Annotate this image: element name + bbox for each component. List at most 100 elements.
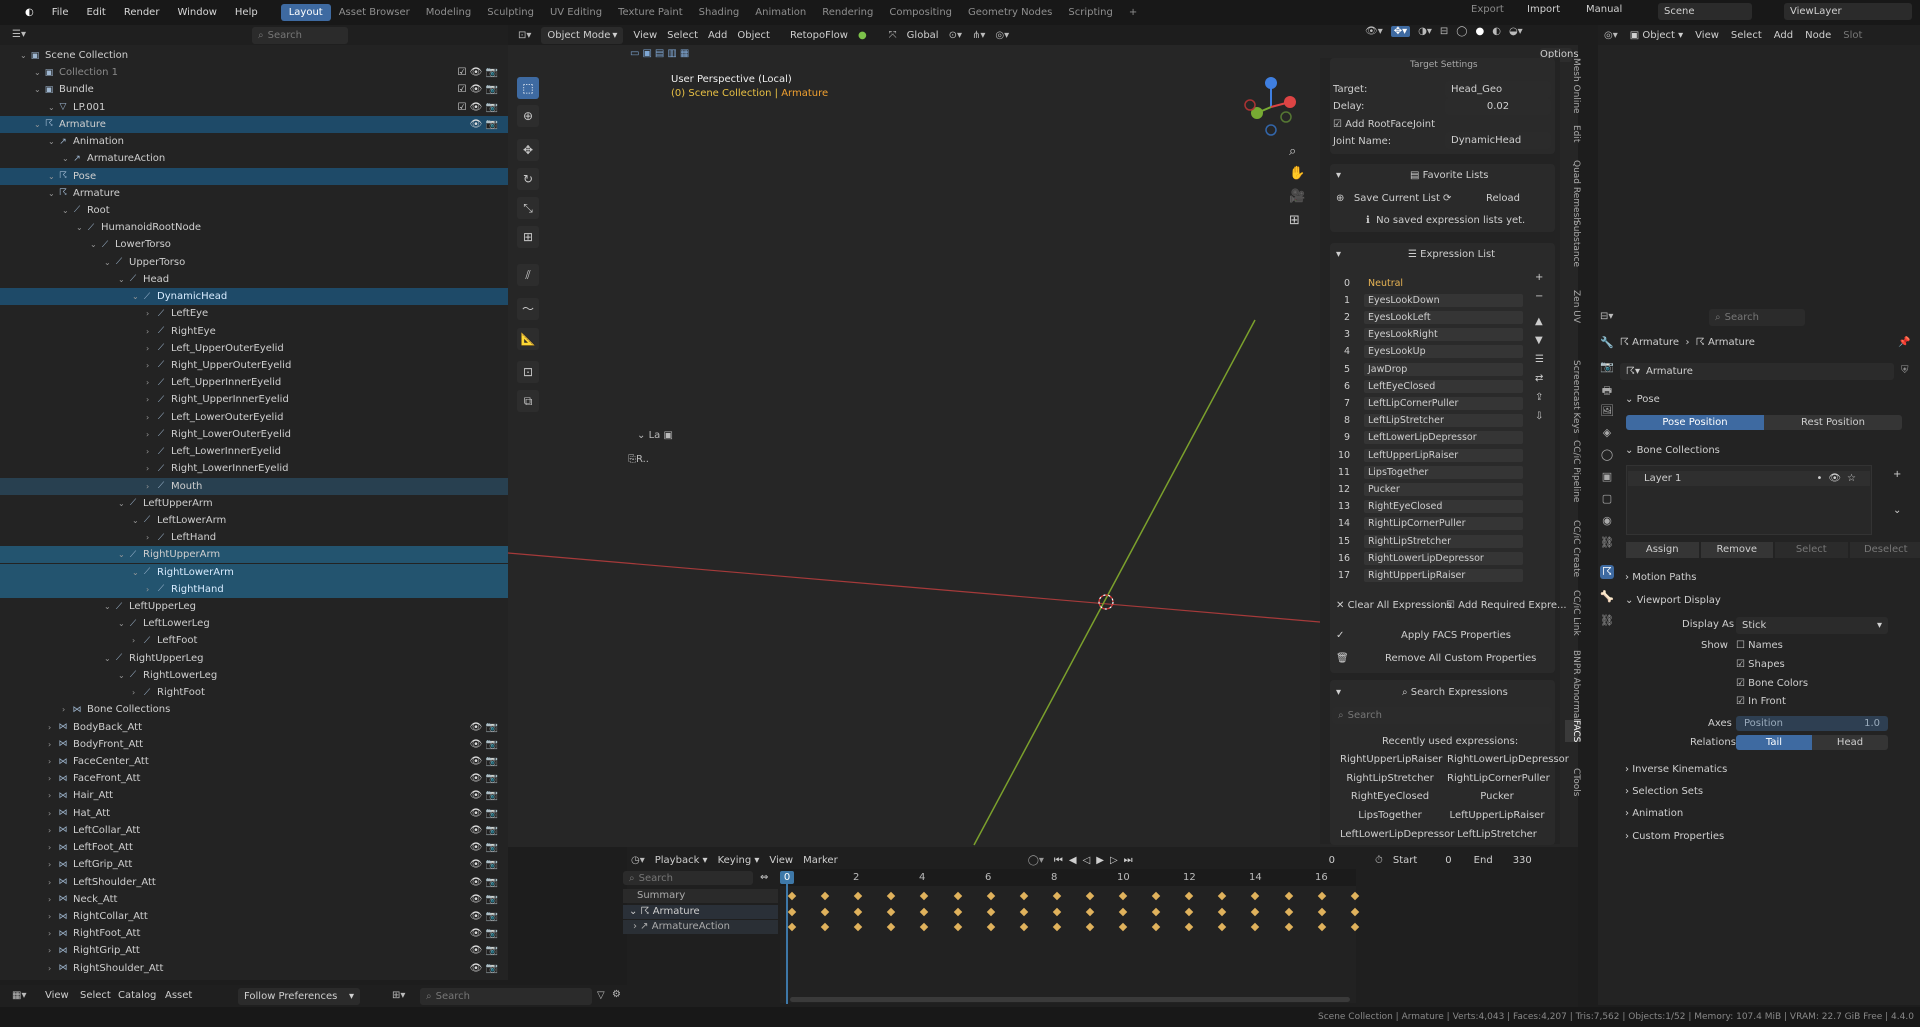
outliner-row[interactable]: › ⋈ BodyBack_Att 👁 📷 [0, 719, 508, 736]
autokey-icon[interactable]: ◯▾ [1028, 855, 1044, 866]
outliner-row[interactable]: › ⟋ Left_UpperOuterEyelid [0, 340, 508, 357]
delay-field[interactable]: 0.02 [1445, 98, 1551, 115]
expression-row[interactable]: 13 RightEyeClosed [1338, 500, 1523, 514]
visibility-toggles[interactable]: 👁 📷 [470, 894, 498, 905]
add-bone-collection-icon[interactable]: + [1893, 469, 1901, 480]
outliner-row[interactable]: ⌄ ⟋ Head [0, 271, 508, 288]
sidebar-tab[interactable]: BNPR Abnormal [1565, 650, 1581, 721]
pose-position-button[interactable]: Pose Position [1626, 415, 1764, 430]
outliner-row[interactable]: › ⟋ Right_LowerOuterEyelid [0, 426, 508, 443]
bone-properties-icon[interactable]: 🦴 [1600, 590, 1614, 604]
visibility-toggles[interactable]: 👁 📷 [470, 963, 498, 974]
export-button[interactable]: Export [1471, 4, 1504, 15]
expand-arrow-icon[interactable]: › [48, 757, 58, 766]
outliner-row[interactable]: › ⟋ RightHand [0, 580, 508, 598]
expand-arrow-icon[interactable]: › [48, 946, 58, 955]
tab-texture-paint[interactable]: Texture Paint [610, 4, 691, 21]
viewport-object-menu[interactable]: Object [737, 30, 770, 41]
viewport-select-menu[interactable]: Select [667, 30, 698, 41]
expression-row[interactable]: 6 LeftEyeClosed [1338, 379, 1523, 393]
expand-arrow-icon[interactable]: › [146, 482, 156, 491]
outliner-row[interactable]: ⌄ ⟋ RightUpperArm [0, 546, 508, 564]
object-properties-icon[interactable]: ▢ [1600, 492, 1614, 506]
bone-constraints-icon[interactable]: ⛓ [1600, 614, 1614, 628]
expression-row[interactable]: 15 RightLipStretcher [1338, 534, 1523, 548]
shading-rendered-icon[interactable]: ◒▾ [1509, 26, 1523, 37]
outliner-row[interactable]: › ⟋ Right_UpperOuterEyelid [0, 357, 508, 374]
expression-row[interactable]: 11 LipsTogether [1338, 465, 1523, 479]
gizmo-toggle-icon[interactable]: ✥▾ [1390, 26, 1411, 37]
overlay-icon[interactable]: ◑▾ [1418, 26, 1432, 37]
viewport-view-menu[interactable]: View [633, 30, 657, 41]
outliner-row[interactable]: › ⟋ Mouth [0, 477, 508, 495]
swap-icon[interactable]: ⇔ [760, 872, 768, 883]
pan-hand-icon[interactable]: ✋ [1289, 166, 1305, 181]
expand-arrow-icon[interactable]: › [48, 912, 58, 921]
sidebar-tab[interactable]: Mesh Online [1565, 58, 1581, 114]
sidebar-tab[interactable]: FACS [1565, 720, 1581, 743]
outliner-row[interactable]: › ⋈ BodyFront_Att 👁 📷 [0, 736, 508, 753]
visibility-toggles[interactable]: ☑ 👁 📷 [458, 102, 498, 113]
sidebar-tab[interactable]: Screencast Keys [1565, 360, 1581, 434]
retopoflow-icon[interactable]: ● [858, 30, 867, 41]
recent-expression-button[interactable]: Pucker [1447, 791, 1547, 802]
recent-expression-button[interactable]: LeftLipStretcher [1447, 829, 1547, 840]
target-field[interactable]: Head_Geo [1445, 81, 1551, 98]
import-button[interactable]: Import [1527, 4, 1560, 15]
expand-arrow-icon[interactable]: › [146, 447, 156, 456]
snap-icon[interactable]: ⋔▾ [972, 30, 985, 41]
visibility-toggles[interactable]: 👁 📷 [470, 773, 498, 784]
visibility-toggles[interactable]: 👁 📷 [470, 859, 498, 870]
expr-export-icon[interactable]: ⇪ [1535, 392, 1544, 403]
expression-row[interactable]: 5 JawDrop [1338, 362, 1523, 376]
rest-position-button[interactable]: Rest Position [1764, 415, 1902, 430]
expand-arrow-icon[interactable]: › [146, 430, 156, 439]
outliner-row[interactable]: › ⟋ LeftFoot [0, 632, 508, 649]
expr-import-icon[interactable]: ⇩ [1535, 411, 1544, 422]
relations-tail-button[interactable]: Tail [1736, 735, 1812, 750]
save-current-list-button[interactable]: ⊕ Save Current List [1336, 193, 1440, 204]
outliner-row[interactable]: › ⋈ RightGrip_Att 👁 📷 [0, 942, 508, 959]
playback-menu[interactable]: Playback ▾ [655, 855, 708, 866]
expand-arrow-icon[interactable]: ⌄ [48, 172, 58, 181]
expand-arrow-icon[interactable]: › [146, 361, 156, 370]
expand-arrow-icon[interactable]: ⌄ [104, 258, 114, 267]
sidebar-tab[interactable]: Substance [1565, 220, 1581, 267]
outliner-row[interactable]: › ⋈ FaceFront_Att 👁 📷 [0, 770, 508, 787]
recent-expression-button[interactable]: RightEyeClosed [1340, 791, 1440, 802]
proportional-edit-icon[interactable]: ◎▾ [995, 30, 1009, 41]
expand-arrow-icon[interactable]: › [48, 860, 58, 869]
sidebar-tab[interactable]: Quad Remesh [1565, 160, 1581, 223]
motion-paths-header[interactable]: › Motion Paths [1625, 572, 1696, 583]
outliner-row[interactable]: › ⋈ LeftGrip_Att 👁 📷 [0, 856, 508, 873]
outliner-row[interactable]: ⌄ ⟋ HumanoidRootNode [0, 219, 508, 236]
add-root-checkbox[interactable]: ☑ Add RootFaceJoint [1333, 119, 1435, 130]
expression-row[interactable]: 8 LeftLipStretcher [1338, 414, 1523, 428]
playhead-line[interactable] [786, 884, 788, 1004]
expand-arrow-icon[interactable]: ⌄ [104, 602, 114, 611]
expression-row[interactable]: 16 RightLowerLipDepressor [1338, 551, 1523, 565]
timeline-search-input[interactable]: ⌕ Search [623, 871, 753, 885]
visibility-toggles[interactable]: 👁 📷 [470, 825, 498, 836]
viewport-editor-type-icon[interactable]: ⊡▾ [518, 30, 531, 41]
bone-colors-checkbox[interactable]: ☑ Bone Colors [1736, 678, 1808, 689]
tab-compositing[interactable]: Compositing [881, 4, 960, 21]
viewlayer-selector[interactable]: ViewLayer [1784, 3, 1912, 20]
outliner-row[interactable]: › ⋈ Hair_Att 👁 📷 [0, 787, 508, 804]
expand-arrow-icon[interactable]: ⌄ [118, 275, 128, 284]
tab-rendering[interactable]: Rendering [814, 4, 881, 21]
asset-select-menu[interactable]: Select [80, 990, 111, 1001]
visibility-icon[interactable]: 👁▾ [1365, 26, 1383, 37]
outliner-row[interactable]: › ⋈ RightShoulder_Att 👁 📷 [0, 960, 508, 977]
visibility-toggles[interactable]: 👁 📷 [470, 808, 498, 819]
visibility-toggles[interactable]: ☑ 👁 📷 [458, 67, 498, 78]
expand-arrow-icon[interactable]: ⌄ [34, 85, 44, 94]
tab-modeling[interactable]: Modeling [418, 4, 480, 21]
grid-view-icon[interactable]: ⊞▾ [392, 990, 405, 1001]
physics-properties-icon[interactable]: ◉ [1600, 514, 1614, 528]
visibility-toggles[interactable]: 👁 📷 [470, 842, 498, 853]
frame-ruler[interactable] [780, 869, 1356, 886]
expand-arrow-icon[interactable]: › [48, 826, 58, 835]
recent-expression-button[interactable]: LipsTogether [1340, 810, 1440, 821]
node-editor[interactable] [1598, 25, 1920, 305]
